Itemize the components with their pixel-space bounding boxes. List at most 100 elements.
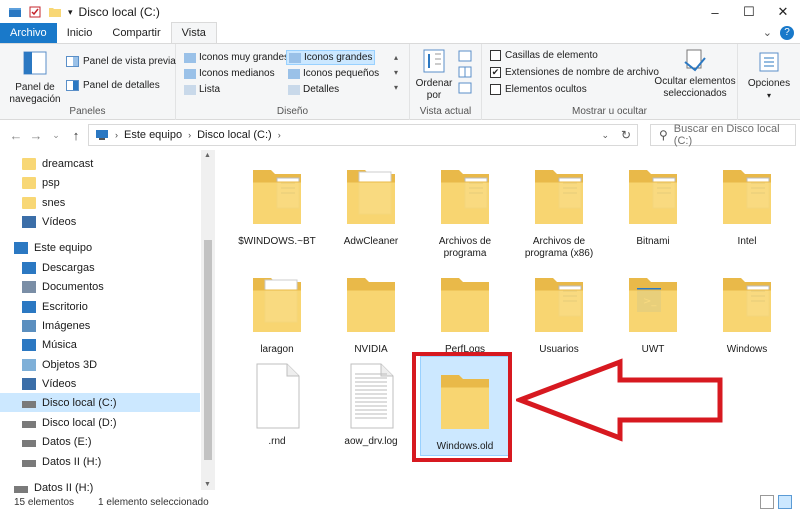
sidebar-scrollbar[interactable]: ▲ ▼ bbox=[201, 150, 215, 490]
layout-extra-large-icons[interactable]: Iconos muy grandes bbox=[182, 50, 291, 65]
options-button[interactable]: Opciones ▾ bbox=[742, 50, 796, 102]
hidden-items-toggle[interactable]: Elementos ocultos bbox=[490, 84, 587, 95]
item-label: Bitnami bbox=[636, 236, 670, 247]
layout-icon bbox=[184, 68, 196, 79]
ribbon: Panel de navegación Panel de vista previ… bbox=[0, 44, 800, 120]
checkbox-label: Extensiones de nombre de archivo bbox=[505, 67, 659, 78]
pictures-icon bbox=[22, 319, 36, 332]
sidebar-item[interactable]: Descargas bbox=[0, 258, 200, 277]
scrollbar-thumb[interactable] bbox=[204, 240, 212, 460]
layout-icon bbox=[184, 52, 196, 63]
sort-by-button[interactable]: Ordenar por bbox=[414, 48, 454, 102]
folder-item[interactable]: >_ UWT bbox=[608, 270, 698, 356]
folder-item[interactable]: NVIDIA bbox=[326, 270, 416, 356]
sidebar-item-label: Vídeos bbox=[42, 215, 77, 228]
refresh-icon[interactable]: ↻ bbox=[621, 128, 631, 142]
file-extensions-toggle[interactable]: ✔ Extensiones de nombre de archivo bbox=[490, 67, 659, 78]
sidebar-item[interactable]: Escritorio bbox=[0, 297, 200, 316]
sidebar-item[interactable]: Datos (E:) bbox=[0, 432, 200, 451]
layout-small-icons[interactable]: Iconos pequeños bbox=[286, 66, 381, 81]
folder-item[interactable]: PerfLogs bbox=[420, 270, 510, 356]
folder-item[interactable]: Archivos de programa (x86) bbox=[514, 162, 604, 260]
details-view-icon[interactable] bbox=[760, 495, 774, 509]
layout-label: Iconos grandes bbox=[304, 52, 373, 63]
layout-details[interactable]: Detalles bbox=[286, 82, 341, 97]
sidebar-item[interactable]: Disco local (D:) bbox=[0, 413, 200, 432]
up-arrow-icon[interactable]: ↑ bbox=[66, 128, 86, 143]
breadcrumb-este-equipo[interactable]: Este equipo bbox=[124, 129, 182, 141]
layout-scroll-arrows[interactable]: ▴ ▾ ▾ bbox=[394, 50, 398, 95]
collapse-ribbon-icon[interactable]: ⌄ bbox=[763, 26, 772, 40]
minimize-button[interactable]: – bbox=[698, 0, 732, 24]
sidebar-item[interactable]: dreamcast bbox=[0, 154, 200, 173]
tab-archivo[interactable]: Archivo bbox=[0, 23, 57, 43]
address-dropdown-icon[interactable]: ⌄ bbox=[601, 130, 609, 141]
details-pane-icon bbox=[66, 80, 79, 91]
checkbox-unchecked[interactable] bbox=[490, 84, 501, 95]
file-item[interactable]: aow_drv.log bbox=[326, 362, 416, 448]
sidebar-item-label: Este equipo bbox=[34, 241, 93, 254]
folder-item[interactable]: Windows bbox=[702, 270, 792, 356]
search-box[interactable]: ⚲ Buscar en Disco local (C:) bbox=[650, 123, 796, 147]
layout-label: Iconos medianos bbox=[199, 68, 275, 79]
recent-locations-icon[interactable]: ⌄ bbox=[46, 130, 66, 141]
checkbox-checked[interactable]: ✔ bbox=[490, 67, 501, 78]
sidebar-item-label: Datos II (H:) bbox=[42, 455, 102, 468]
documents-icon bbox=[22, 280, 36, 293]
highlight-box bbox=[412, 352, 512, 462]
maximize-button[interactable]: ☐ bbox=[732, 0, 766, 24]
tab-inicio[interactable]: Inicio bbox=[57, 23, 103, 43]
checkbox-unchecked[interactable] bbox=[490, 50, 501, 61]
sidebar-item[interactable]: Vídeos bbox=[0, 374, 200, 393]
forward-arrow-icon[interactable]: → bbox=[26, 128, 46, 143]
folder-item[interactable]: Archivos de programa bbox=[420, 162, 510, 260]
details-pane-button[interactable]: Panel de detalles bbox=[66, 80, 160, 91]
back-arrow-icon[interactable]: ← bbox=[6, 128, 26, 143]
navigation-pane-button[interactable]: Panel de navegación bbox=[6, 50, 64, 106]
folder-item[interactable]: Bitnami bbox=[608, 162, 698, 248]
size-columns-icon[interactable] bbox=[458, 82, 472, 94]
sidebar-item[interactable]: Música bbox=[0, 335, 200, 354]
tab-vista[interactable]: Vista bbox=[170, 22, 217, 43]
sidebar-item[interactable]: Este equipo bbox=[0, 238, 200, 257]
hide-selected-button[interactable]: Ocultar elementos seleccionados bbox=[654, 48, 736, 100]
sidebar-item[interactable]: Objetos 3D bbox=[0, 355, 200, 374]
sidebar-item[interactable]: Documentos bbox=[0, 277, 200, 296]
window-title: Disco local (C:) bbox=[78, 5, 160, 19]
sidebar-item[interactable]: snes bbox=[0, 193, 200, 212]
address-bar[interactable]: › Este equipo › Disco local (C:) › ⌄ ↻ bbox=[88, 124, 638, 146]
sidebar-item[interactable]: Imágenes bbox=[0, 316, 200, 335]
sidebar-item[interactable]: Disco local (C:) bbox=[0, 393, 200, 412]
sidebar-item[interactable]: psp bbox=[0, 173, 200, 192]
scroll-up-icon[interactable]: ▲ bbox=[204, 152, 211, 159]
customize-toolbar-icon[interactable]: ▾ bbox=[68, 7, 73, 18]
help-icon[interactable]: ? bbox=[780, 26, 794, 40]
preview-pane-button[interactable]: Panel de vista previa bbox=[66, 56, 176, 67]
layout-medium-icons[interactable]: Iconos medianos bbox=[182, 66, 277, 81]
folder-item[interactable]: $WINDOWS.~BT bbox=[232, 162, 322, 248]
item-checkboxes-toggle[interactable]: Casillas de elemento bbox=[490, 50, 598, 61]
folder-item[interactable]: AdwCleaner bbox=[326, 162, 416, 248]
file-item[interactable]: .rnd bbox=[232, 362, 322, 448]
folder-item[interactable]: Intel bbox=[702, 162, 792, 248]
close-button[interactable]: ✕ bbox=[766, 0, 800, 24]
item-label: Usuarios bbox=[539, 344, 579, 355]
sidebar-item[interactable]: Datos II (H:) bbox=[0, 452, 200, 471]
properties-icon[interactable] bbox=[28, 6, 42, 18]
large-icons-view-icon[interactable] bbox=[778, 495, 792, 509]
new-folder-icon[interactable] bbox=[48, 6, 62, 18]
sidebar-item[interactable]: Vídeos bbox=[0, 212, 200, 231]
layout-large-icons[interactable]: Iconos grandes bbox=[286, 50, 376, 65]
breadcrumb-disco-c[interactable]: Disco local (C:) bbox=[197, 129, 272, 141]
group-label-vista-actual: Vista actual bbox=[419, 106, 472, 117]
folder-item[interactable]: Usuarios bbox=[514, 270, 604, 356]
preview-pane-label: Panel de vista previa bbox=[83, 56, 176, 67]
item-label: Archivos de programa bbox=[438, 236, 492, 259]
group-by-icon[interactable] bbox=[458, 50, 472, 62]
folder-item[interactable]: laragon bbox=[232, 270, 322, 356]
tab-compartir[interactable]: Compartir bbox=[102, 23, 170, 43]
add-columns-icon[interactable] bbox=[458, 66, 472, 78]
layout-list[interactable]: Lista bbox=[182, 82, 222, 97]
sort-icon bbox=[423, 49, 445, 73]
scroll-down-icon[interactable]: ▼ bbox=[204, 481, 211, 488]
